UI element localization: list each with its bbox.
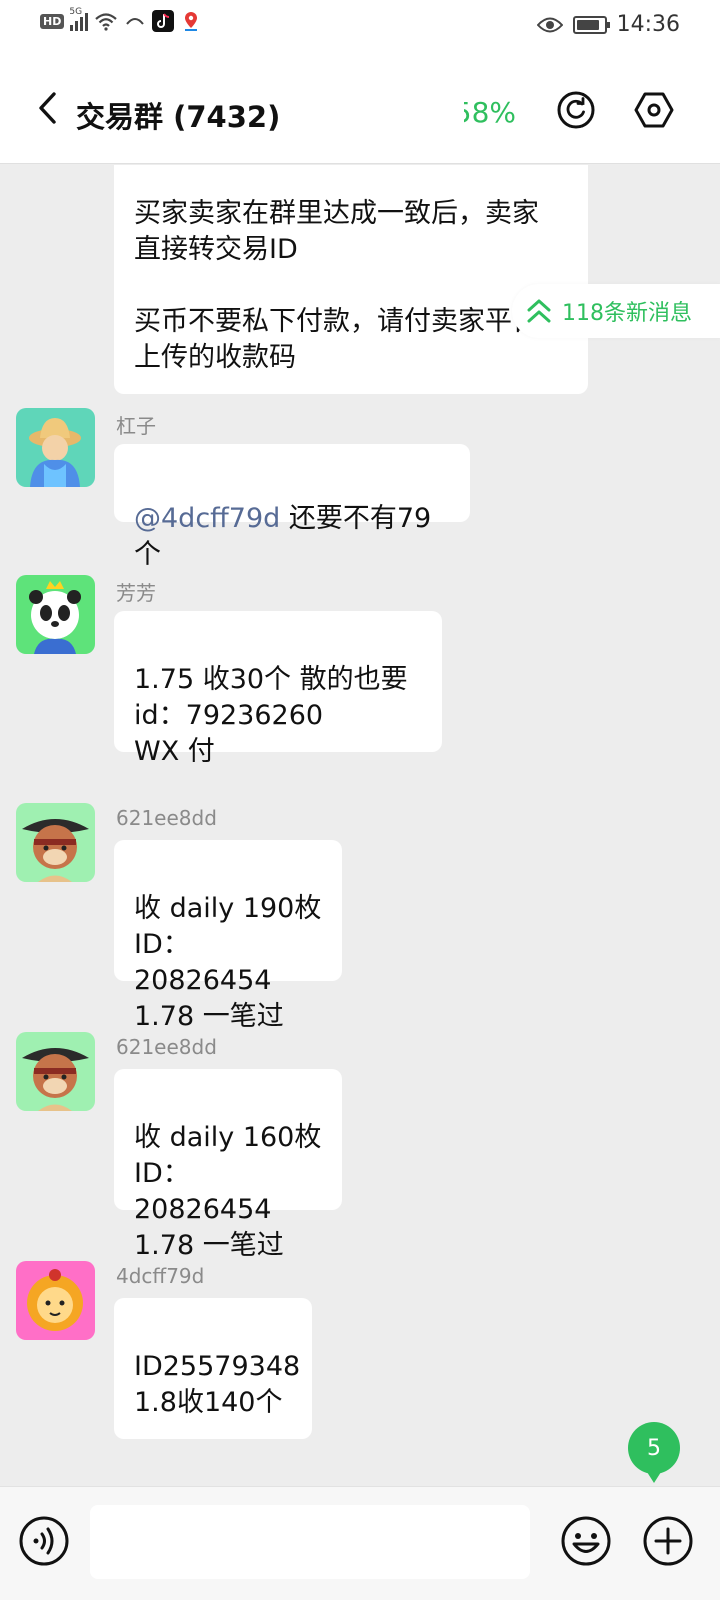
plus-icon[interactable] <box>642 1515 694 1567</box>
chevron-left-icon <box>39 92 56 124</box>
avatar[interactable] <box>16 803 95 882</box>
message-text: 收 daily 190枚 ID：20826454 1.78 一笔过 <box>134 893 322 1032</box>
message-input[interactable] <box>90 1505 530 1579</box>
settings-icon[interactable] <box>634 90 674 130</box>
message-bubble[interactable]: @4dcff79d 还要不有79个 <box>114 444 470 570</box>
signal-icon: 5G <box>69 7 89 31</box>
message-text: 买家卖家在群里达成一致后，卖家 直接转交易ID 买币不要私下付款，请付卖家平台 … <box>134 198 539 373</box>
avatar[interactable] <box>16 1032 95 1111</box>
link-icon <box>126 18 145 25</box>
double-chevron-up-icon <box>527 299 551 323</box>
message-bubble[interactable]: ID25579348 1.8收140个 <box>114 1298 312 1439</box>
sender-name: 4dcff79d <box>116 1264 205 1288</box>
avatar[interactable] <box>16 1261 95 1340</box>
chat-title: 交易群 (7432) <box>76 100 281 134</box>
eye-icon <box>536 17 563 32</box>
message-bubble[interactable]: 1.75 收30个 散的也要 id：79236260 WX 付 <box>114 611 442 767</box>
sender-name: 杠子 <box>116 414 156 438</box>
back-button[interactable] <box>28 88 68 128</box>
clock: 14:36 <box>616 12 680 37</box>
message-bubble[interactable]: 收 daily 160枚 ID：20826454 1.78 一笔过 <box>114 1069 342 1261</box>
status-bar: HD 5G 14:36 <box>0 0 720 50</box>
unread-count: 5 <box>647 1435 661 1461</box>
message-bubble[interactable]: 收 daily 190枚 ID：20826454 1.78 一笔过 <box>114 840 342 1032</box>
emoji-icon[interactable] <box>560 1515 612 1567</box>
mention-link[interactable]: @4dcff79d <box>134 503 280 534</box>
input-bar <box>0 1486 720 1600</box>
wifi-icon <box>95 13 118 31</box>
progress-percent: 58% <box>464 96 516 129</box>
message-text: 收 daily 160枚 ID：20826454 1.78 一笔过 <box>134 1122 322 1261</box>
chat-area[interactable]: 买家卖家在群里达成一致后，卖家 直接转交易ID 买币不要私下付款，请付卖家平台 … <box>0 165 720 1485</box>
message-bubble[interactable]: 买家卖家在群里达成一致后，卖家 直接转交易ID 买币不要私下付款，请付卖家平台 … <box>114 165 588 394</box>
voice-input-icon[interactable] <box>18 1515 70 1567</box>
sender-name: 芳芳 <box>116 581 156 605</box>
hd-badge: HD <box>40 13 65 29</box>
tiktok-app-icon <box>152 10 175 32</box>
chat-header: 交易群 (7432) 58% <box>0 50 720 164</box>
avatar[interactable] <box>16 575 95 654</box>
unread-count-badge[interactable]: 5 <box>628 1422 680 1483</box>
map-app-icon <box>180 10 203 32</box>
avatar[interactable] <box>16 408 95 487</box>
battery-icon <box>572 15 610 34</box>
refresh-icon[interactable] <box>556 90 596 130</box>
new-messages-label: 118条新消息 <box>562 301 692 326</box>
sender-name: 621ee8dd <box>116 1035 217 1059</box>
message-text: ID25579348 1.8收140个 <box>134 1351 301 1418</box>
new-messages-button[interactable]: 118条新消息 <box>512 284 720 338</box>
message-text: 1.75 收30个 散的也要 id：79236260 WX 付 <box>134 664 408 767</box>
sender-name: 621ee8dd <box>116 806 217 830</box>
